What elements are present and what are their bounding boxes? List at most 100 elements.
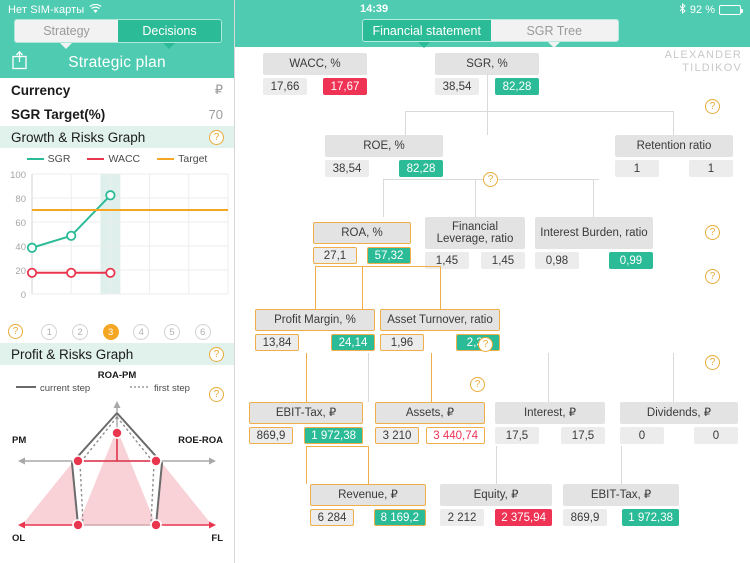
tree-connector: [383, 179, 384, 217]
tree-connector: [405, 111, 488, 112]
svg-text:first step: first step: [154, 383, 190, 394]
step-2[interactable]: 2: [71, 324, 88, 340]
step-3[interactable]: 3: [102, 324, 119, 340]
tree-node-values: 38,54 82,28: [325, 160, 443, 177]
step-4[interactable]: 4: [133, 324, 150, 340]
step-5[interactable]: 5: [163, 324, 180, 340]
help-icon-growth[interactable]: ?: [209, 129, 224, 145]
tree-node-revenue[interactable]: Revenue, ₽ 6 284 8 169,2: [310, 484, 426, 526]
tree-node-roe[interactable]: ROE, % 38,54 82,28: [325, 135, 443, 177]
legend-wacc: WACC: [87, 153, 140, 165]
tree-node-values: 869,9 1 972,38: [249, 427, 363, 444]
financial-sgr-segmented-control[interactable]: Financial statement SGR Tree: [362, 19, 619, 42]
tree-connector: [405, 111, 406, 135]
help-icon-profit-graph[interactable]: ?: [209, 387, 224, 402]
svg-text:FL: FL: [211, 533, 223, 544]
tree-connector: [368, 353, 369, 402]
tree-node-title: Revenue, ₽: [310, 484, 426, 506]
tab-financial-statement[interactable]: Financial statement: [363, 20, 491, 41]
tree-node-intburden[interactable]: Interest Burden, ratio 0,98 0,99: [535, 217, 653, 269]
help-icon-tree-6[interactable]: ?: [478, 337, 493, 352]
tree-node-title: Dividends, ₽: [620, 402, 738, 424]
tree-node-values: 00: [620, 427, 738, 444]
tree-node-title: Equity, ₽: [440, 484, 552, 506]
profit-risks-graph: ? current step first step ROA-PM PM ROE-…: [0, 365, 234, 545]
tree-node-value-first: 869,9: [249, 427, 293, 444]
tree-node-value-current: 1: [689, 160, 733, 177]
watermark-line-1: ALEXANDER: [664, 49, 742, 61]
tree-connector: [496, 446, 497, 484]
tree-node-value-first: 869,9: [563, 509, 607, 526]
tree-connector: [431, 353, 432, 402]
tree-node-interest[interactable]: Interest, ₽ 17,5 17,5: [495, 402, 605, 444]
tree-connector: [440, 266, 441, 309]
carrier-label: Нет SIM-карты: [8, 4, 85, 16]
tree-node-value-first: 13,84: [255, 334, 299, 351]
tree-node-ebit2[interactable]: EBIT-Tax, ₽ 869,9 1 972,38: [563, 484, 679, 526]
tree-node-equity[interactable]: Equity, ₽ 2 212 2 375,94: [440, 484, 552, 526]
left-status-bar: Нет SIM-карты: [0, 0, 234, 20]
left-panel: Нет SIM-карты Strategy Decisions Strateg…: [0, 0, 235, 563]
svg-text:20: 20: [15, 266, 26, 277]
currency-value: ₽: [214, 82, 223, 97]
help-icon-tree-4[interactable]: ?: [705, 355, 720, 370]
tree-node-value-first: 1: [615, 160, 659, 177]
svg-text:ROE-ROA: ROE-ROA: [178, 435, 223, 446]
bluetooth-icon: [679, 2, 686, 17]
sgr-target-value: 70: [208, 106, 223, 122]
help-icon-steps[interactable]: ?: [8, 324, 23, 339]
step-6[interactable]: 6: [194, 324, 211, 340]
tree-connector: [548, 353, 549, 402]
tree-node-dividends[interactable]: Dividends, ₽ 0 0: [620, 402, 738, 444]
help-icon-tree-2[interactable]: ?: [705, 225, 720, 240]
tree-node-value-first: 3 210: [375, 427, 419, 444]
tree-node-values: 3 210 3 440,74: [375, 427, 485, 444]
tree-node-retention[interactable]: Retention ratio 1 1: [615, 135, 733, 177]
tree-node-assets[interactable]: Assets, ₽ 3 210 3 440,74: [375, 402, 485, 444]
tree-node-value-first: 1,96: [380, 334, 424, 351]
growth-risks-section-header: Growth & Risks Graph ?: [0, 126, 234, 148]
tree-node-value-current: 57,32: [367, 247, 411, 264]
page-title: Strategic plan: [68, 53, 166, 71]
tree-node-finlev[interactable]: Financial Leverage, ratio 1,45 1,45: [425, 217, 525, 269]
tree-node-roa[interactable]: ROA, % 27,1 57,32: [313, 222, 411, 264]
help-icon-tree-3[interactable]: ?: [705, 269, 720, 284]
tree-node-value-current: 82,28: [495, 78, 539, 95]
tree-node-value-current: 17,67: [323, 78, 367, 95]
tree-node-value-current: 82,28: [399, 160, 443, 177]
strategy-decisions-segmented-control[interactable]: Strategy Decisions: [14, 19, 222, 43]
tab-decisions[interactable]: Decisions: [118, 20, 221, 42]
row-currency[interactable]: Currency ₽: [0, 78, 234, 102]
currency-label: Currency: [11, 82, 71, 98]
chart-canvas: 0 20 40 60 80 100: [10, 170, 229, 301]
step-1[interactable]: 1: [41, 324, 58, 340]
tab-sgr-tree[interactable]: SGR Tree: [490, 20, 618, 41]
clock-label: 14:39: [360, 3, 389, 15]
profit-risks-title: Profit & Risks Graph: [11, 346, 134, 362]
tree-node-value-first: 2 212: [440, 509, 484, 526]
help-icon-tree-roe[interactable]: ?: [483, 172, 498, 187]
tree-node-value-first: 38,54: [325, 160, 369, 177]
battery-percent-label: 92 %: [689, 4, 715, 16]
tree-node-values: 17,5 17,5: [495, 427, 605, 444]
help-icon-profit[interactable]: ?: [209, 346, 224, 362]
tree-connector: [383, 179, 384, 180]
tree-node-value-current: 17,5: [561, 427, 605, 444]
help-icon-tree-1[interactable]: ?: [705, 99, 720, 114]
tree-node-wacc[interactable]: WACC, % 17,66 17,67: [263, 53, 367, 95]
svg-text:ROA-PM: ROA-PM: [98, 370, 137, 381]
row-sgr-target[interactable]: SGR Target(%) 70: [0, 102, 234, 126]
tree-node-pmargin[interactable]: Profit Margin, % 13,84 24,14: [255, 309, 375, 351]
tree-connector: [593, 179, 594, 217]
tab-strategy[interactable]: Strategy: [15, 20, 118, 42]
tree-connector: [306, 446, 369, 447]
svg-text:80: 80: [15, 194, 26, 205]
tree-node-value-first: 6 284: [310, 509, 354, 526]
help-icon-tree-5[interactable]: ?: [470, 377, 485, 392]
right-panel: 14:39 92 % Financial statement SGR Tree …: [235, 0, 750, 563]
legend-target: Target: [157, 153, 207, 165]
tree-node-ebit1[interactable]: EBIT-Tax, ₽ 869,9 1 972,38: [249, 402, 363, 444]
tree-node-title: Asset Turnover, ratio: [380, 309, 500, 331]
tree-connector: [306, 446, 307, 484]
step-selector[interactable]: ? 1 2 3 4 5 6: [0, 321, 234, 343]
